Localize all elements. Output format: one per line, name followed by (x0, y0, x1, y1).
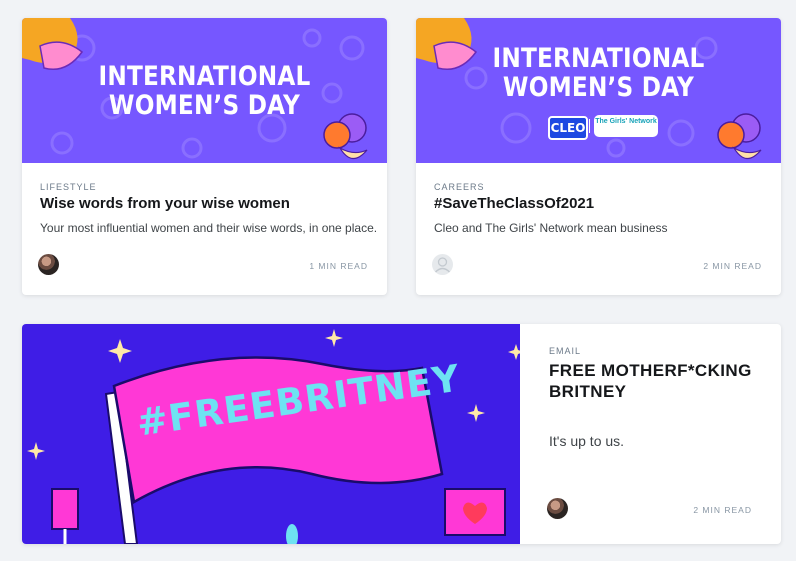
banner-title-line-2: WOMEN’S DAY (502, 72, 695, 103)
post-tag[interactable]: EMAIL (549, 346, 581, 356)
post-title[interactable]: FREE MOTHERF*CKING BRITNEY (549, 360, 759, 402)
post-card-save-the-class[interactable]: INTERNATIONAL WOMEN’S DAY CLEO The Girls… (416, 18, 781, 295)
post-tag[interactable]: LIFESTYLE (40, 182, 97, 192)
banner-title-line-1: INTERNATIONAL (98, 61, 311, 92)
reading-time: 2 MIN READ (703, 261, 762, 271)
cleo-logo: CLEO (548, 116, 588, 140)
free-britney-illustration (27, 329, 520, 544)
post-image-free-britney[interactable]: #FREEBRITNEY (22, 324, 520, 544)
post-excerpt: It's up to us. (549, 433, 625, 449)
post-title[interactable]: #SaveTheClassOf2021 (434, 195, 594, 212)
reading-time: 1 MIN READ (309, 261, 368, 271)
author-avatar[interactable] (38, 254, 59, 275)
logo-divider (589, 119, 590, 133)
girls-network-logo: The Girls' Network (594, 115, 658, 137)
banner-title-line-1: INTERNATIONAL (492, 43, 705, 74)
user-placeholder-icon (435, 257, 450, 273)
author-avatar[interactable] (432, 254, 453, 275)
post-excerpt: Your most influential women and their wi… (40, 221, 378, 235)
post-image-womens-day[interactable]: INTERNATIONAL WOMEN’S DAY (22, 18, 387, 163)
reading-time: 2 MIN READ (693, 505, 752, 515)
banner-title-line-2: WOMEN’S DAY (108, 90, 301, 121)
post-image-womens-day[interactable]: INTERNATIONAL WOMEN’S DAY CLEO The Girls… (416, 18, 781, 163)
post-tag[interactable]: CAREERS (434, 182, 485, 192)
post-excerpt: Cleo and The Girls' Network mean busines… (434, 221, 668, 235)
post-card-free-britney[interactable]: #FREEBRITNEY EMAIL FREE MOTHERF*CKING BR… (22, 324, 781, 544)
post-card-wise-words[interactable]: INTERNATIONAL WOMEN’S DAY LIFESTYLE Wise… (22, 18, 387, 295)
post-title[interactable]: Wise words from your wise women (40, 195, 290, 212)
author-avatar[interactable] (547, 498, 568, 519)
